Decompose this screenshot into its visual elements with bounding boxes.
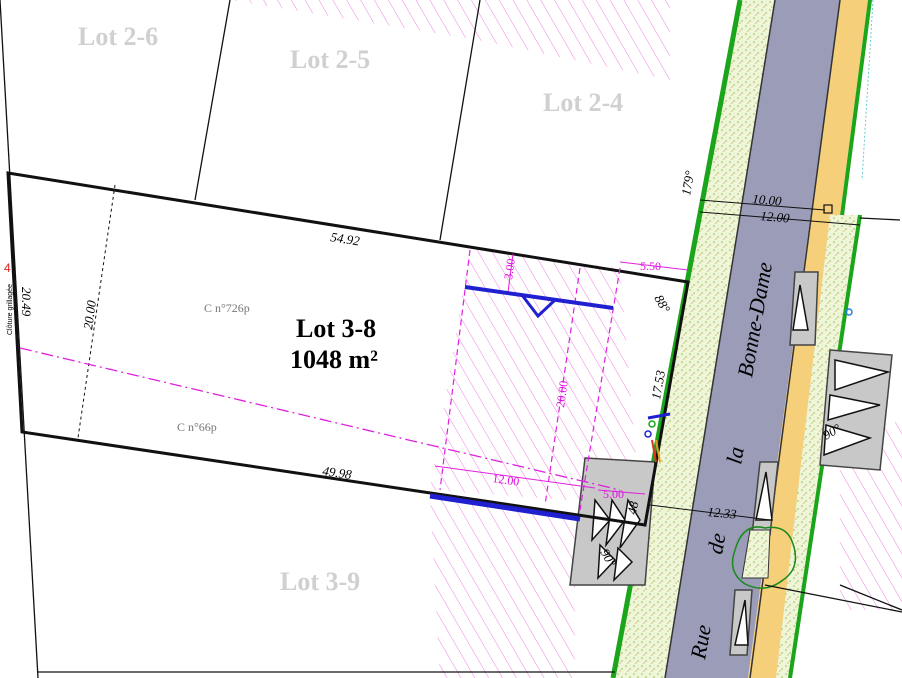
svg-text:4: 4 <box>4 261 11 275</box>
angle-88: 88° <box>651 292 673 315</box>
dim-top-edge: 54.92 <box>330 229 362 248</box>
lot-2-6-label: Lot 2-6 <box>78 22 158 51</box>
dim-road-width-3: 12.33 <box>707 504 738 522</box>
lot-3-9-label: Lot 3-9 <box>280 567 360 596</box>
lot-3-8-area: 1048 m² <box>290 345 378 374</box>
dim-road-width-1: 10.00 <box>752 191 783 209</box>
dim-width-inner: 20.00 <box>80 299 99 331</box>
lot-3-8-label: Lot 3-8 <box>296 314 376 343</box>
lot-2-5-label: Lot 2-5 <box>290 45 370 74</box>
dim-setback-top: 5.50 <box>640 259 661 273</box>
hatched-zone-bottom <box>430 495 575 678</box>
site-plan: 4 Lot 2-6 Lot 2-5 Lot 2-4 Lot 3-9 Lot 3-… <box>0 0 902 678</box>
lot-2-4-label: Lot 2-4 <box>543 88 623 117</box>
dim-build-offset: 3.00 <box>501 258 518 281</box>
angle-179: 179° <box>678 170 697 197</box>
dim-left-edge: 20.49 <box>19 287 34 317</box>
dim-road-width-2: 12.00 <box>760 208 791 226</box>
dim-bottom-edge: 49.98 <box>322 463 354 482</box>
cadastre-parcel-1: C n°726p <box>204 301 250 315</box>
cadastre-parcel-2: C n°66p <box>177 420 217 434</box>
fence-note: Clôture grillagée <box>7 284 14 335</box>
dim-setback-bottom: 5.00 <box>603 487 624 501</box>
